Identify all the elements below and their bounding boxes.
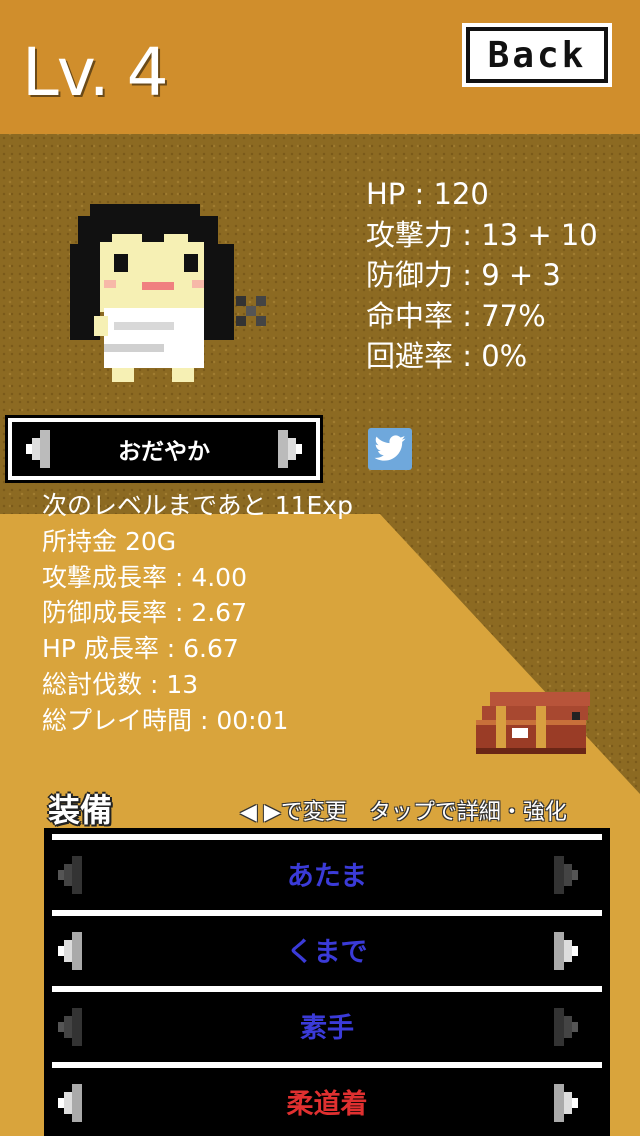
- equipment-hint: ◀ ▶で変更 タップで詳細・強化: [240, 800, 567, 825]
- equip-item-name: くまで: [286, 937, 368, 968]
- treasure-chest-icon[interactable]: [476, 692, 594, 754]
- total-playtime: 総プレイ時間 : 00:01: [42, 705, 289, 735]
- personality-selector: おだやか: [5, 415, 323, 483]
- equip-item-name: 柔道着: [286, 1089, 368, 1120]
- arrow-right-icon[interactable]: [550, 1008, 580, 1046]
- stat-evasion: 回避率 : 0%: [366, 339, 528, 373]
- hp-growth: HP 成長率 : 6.67: [42, 634, 239, 664]
- equip-item-name: あたま: [286, 861, 368, 892]
- personality-label: おだやか: [118, 439, 210, 465]
- equip-slot-head[interactable]: あたま: [52, 834, 602, 904]
- gold: 所持金 20G: [42, 526, 177, 556]
- equipment-title: 装備: [48, 791, 113, 829]
- arrow-right-icon[interactable]: [274, 430, 304, 468]
- total-kills: 総討伐数 : 13: [42, 669, 199, 699]
- equip-slot-hand[interactable]: 素手: [52, 986, 602, 1056]
- attack-growth: 攻撃成長率 : 4.00: [42, 562, 247, 592]
- equip-item-name: 素手: [300, 1013, 354, 1044]
- arrow-right-icon[interactable]: [550, 1084, 580, 1122]
- twitter-icon[interactable]: [368, 428, 412, 470]
- stat-hp: HP : 120: [366, 177, 489, 211]
- back-button[interactable]: Back: [462, 23, 612, 87]
- defense-growth: 防御成長率 : 2.67: [42, 598, 247, 628]
- equip-slot-body[interactable]: 柔道着: [52, 1062, 602, 1132]
- header-bar: Lv. 4 Back: [0, 0, 640, 134]
- stat-attack: 攻撃力 : 13 + 10: [366, 217, 598, 252]
- player-character-sprite: [70, 204, 266, 382]
- stat-accuracy: 命中率 : 77%: [366, 298, 546, 333]
- next-level-exp: 次のレベルまであと 11Exp: [42, 491, 353, 520]
- stat-defense: 防御力 : 9 + 3: [366, 258, 561, 292]
- stats-panel: HP : 120 攻撃力 : 13 + 10 防御力 : 9 + 3 命中率 :…: [366, 174, 598, 377]
- equip-slot-weapon[interactable]: くまで: [52, 910, 602, 980]
- player-info: 次のレベルまであと 11Exp 所持金 20G 攻撃成長率 : 4.00 防御成…: [42, 488, 353, 739]
- arrow-right-icon[interactable]: [550, 856, 580, 894]
- level-label: Lv. 4: [22, 34, 169, 111]
- arrow-right-icon[interactable]: [550, 932, 580, 970]
- equipment-list: あたまくまで素手柔道着: [44, 828, 610, 1136]
